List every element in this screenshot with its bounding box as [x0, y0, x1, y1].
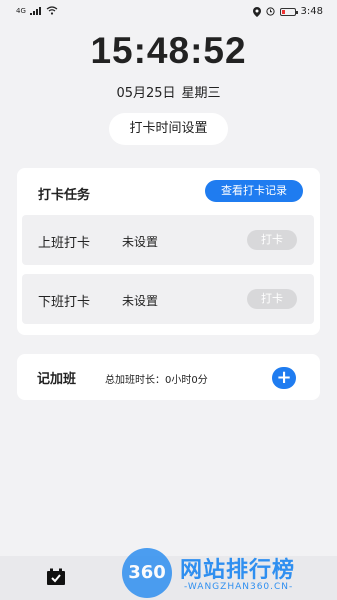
clock-in-row: 上班打卡 未设置 打卡 [22, 215, 314, 265]
punch-task-card: 打卡任务 查看打卡记录 上班打卡 未设置 打卡 下班打卡 未设置 打卡 [17, 168, 320, 335]
set-punch-time-button[interactable]: 打卡时间设置 [109, 113, 228, 145]
clock-in-button[interactable]: 打卡 [247, 230, 297, 250]
add-overtime-button[interactable]: + [272, 367, 296, 389]
date-display: 05月25日 星期三 [0, 82, 337, 101]
watermark: 360 网站排行榜 -WANGZHAN360.CN- [122, 544, 337, 600]
status-bar-right: 3:48 [252, 6, 323, 17]
clock-out-row: 下班打卡 未设置 打卡 [22, 274, 314, 324]
status-time: 3:48 [300, 6, 323, 17]
clock-out-label: 下班打卡 [38, 295, 91, 310]
watermark-title: 网站排行榜 [180, 558, 296, 583]
clock-in-status: 未设置 [122, 235, 159, 249]
signal-label: 4G [16, 6, 26, 15]
watermark-badge: 360 [122, 548, 172, 598]
calendar-check-icon[interactable] [46, 568, 66, 586]
overtime-title: 记加班 [37, 372, 77, 387]
clock-display: 15:48:52 [90, 30, 247, 71]
punch-task-title: 打卡任务 [38, 188, 91, 203]
clock-out-status: 未设置 [122, 294, 159, 308]
alarm-icon [265, 7, 275, 16]
watermark-subtitle: -WANGZHAN360.CN- [184, 582, 294, 592]
view-records-button[interactable]: 查看打卡记录 [205, 180, 303, 202]
status-bar: 4G 3:48 [0, 0, 337, 24]
signal-icon [29, 6, 41, 15]
clock-in-label: 上班打卡 [38, 236, 91, 251]
overtime-card: 记加班 总加班时长：0小时0分 + [17, 354, 320, 400]
battery-icon [279, 7, 298, 16]
plus-icon: + [276, 367, 292, 388]
clock-out-button[interactable]: 打卡 [247, 289, 297, 309]
date-label: 05月25日 [116, 86, 176, 101]
weekday-label: 星期三 [181, 86, 221, 101]
wifi-icon [46, 6, 58, 15]
overtime-total: 总加班时长：0小时0分 [105, 375, 208, 386]
location-icon [252, 6, 261, 17]
status-bar-left: 4G [16, 6, 58, 15]
